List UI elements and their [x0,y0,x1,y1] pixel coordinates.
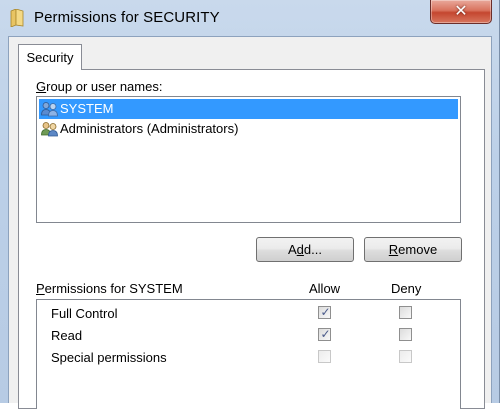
permission-name: Special permissions [51,350,167,365]
deny-checkbox[interactable] [399,328,412,341]
permission-row-full-control: Full Control ✓ [37,302,460,324]
checkmark-icon: ✓ [320,305,331,319]
remove-button[interactable]: Remove [364,237,462,262]
group-list-label: Group or user names: [36,79,163,94]
close-button[interactable]: ✕ [430,0,492,24]
permissions-list: Full Control ✓ Read ✓ Special permission… [36,299,461,409]
allow-checkbox[interactable]: ✓ [318,305,331,319]
folder-icon [10,8,24,28]
security-tab-panel: Group or user names: SYSTEM Administrato… [18,69,485,409]
allow-column-header: Allow [309,281,341,296]
tab-security[interactable]: Security [18,44,82,70]
permission-name: Read [51,328,83,343]
list-item-label: Administrators (Administrators) [60,121,239,136]
deny-checkbox [399,350,412,363]
checkmark-icon: ✓ [320,327,331,341]
permissions-dialog: Permissions for SECURITY ✕ Security Grou… [0,0,500,409]
users-icon [41,101,59,117]
dialog-client-area: Security Group or user names: SYSTEM Adm… [8,36,492,409]
group-user-listbox[interactable]: SYSTEM Administrators (Administrators) [36,96,461,223]
deny-column-header: Deny [391,281,422,296]
title-bar[interactable]: Permissions for SECURITY ✕ [0,0,499,36]
window-title: Permissions for SECURITY [34,9,220,26]
users-icon [41,121,59,137]
list-item-administrators[interactable]: Administrators (Administrators) [39,119,458,139]
allow-checkbox [318,350,331,363]
deny-checkbox[interactable] [399,306,412,319]
allow-checkbox[interactable]: ✓ [318,327,331,341]
close-icon: ✕ [454,1,468,20]
permissions-header: Permissions for SYSTEM [36,281,183,296]
tab-label: Security [26,50,74,65]
list-item-label: SYSTEM [60,101,114,116]
add-button[interactable]: Add... [256,237,354,262]
permission-name: Full Control [51,306,118,321]
permission-row-read: Read ✓ [37,324,460,346]
permission-row-special-permissions: Special permissions [37,346,460,368]
list-item-system[interactable]: SYSTEM [39,99,458,119]
